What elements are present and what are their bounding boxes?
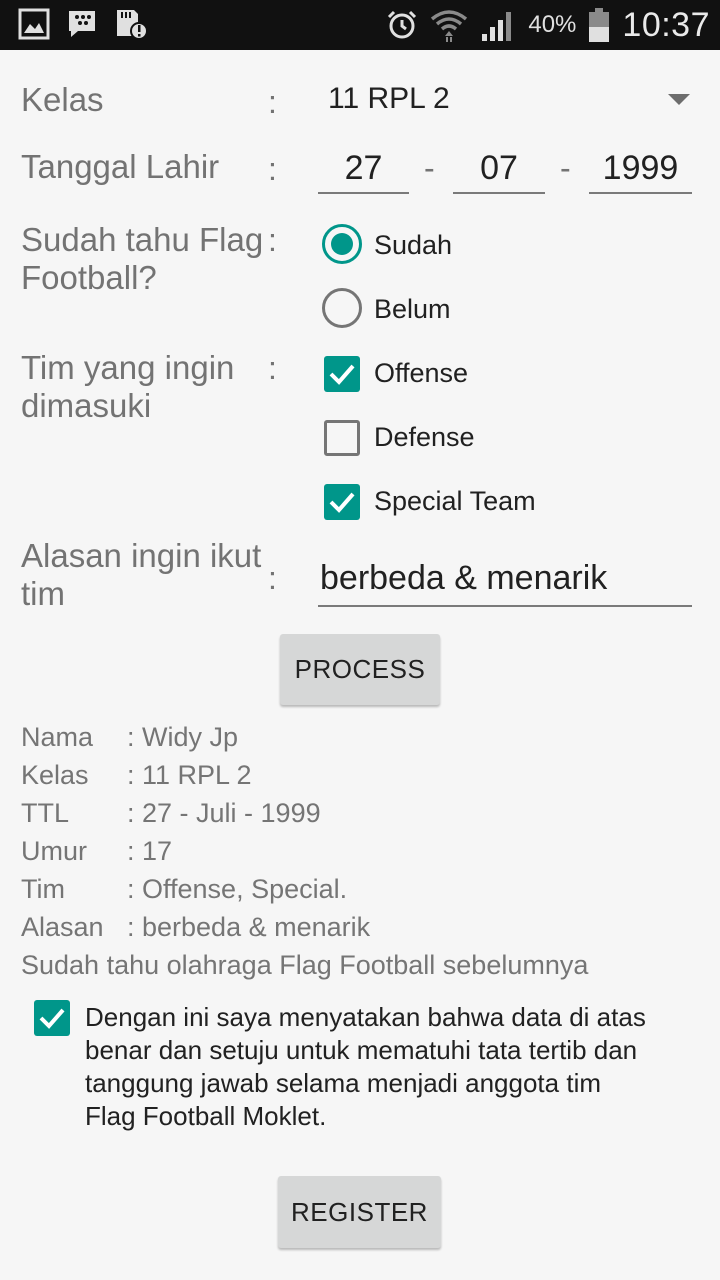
- result-key: Tim: [21, 874, 65, 904]
- process-button[interactable]: PROCESS: [280, 634, 440, 705]
- tanggal-lahir-colon: :: [268, 151, 277, 187]
- checkbox-checked-icon: [324, 356, 360, 392]
- date-separator: -: [424, 150, 435, 186]
- alasan-input[interactable]: berbeda & menarik: [318, 555, 692, 607]
- alarm-icon: [388, 10, 417, 39]
- result-value: : 17: [127, 836, 173, 866]
- signal-icon: [482, 12, 512, 41]
- kelas-spinner[interactable]: 11 RPL 2: [318, 78, 692, 124]
- tim-label-line2: dimasuki: [21, 387, 152, 424]
- kelas-spinner-value: 11 RPL 2: [328, 82, 450, 115]
- radio-sudah-label: Sudah: [374, 230, 453, 260]
- checkbox-unchecked-icon: [324, 420, 360, 456]
- register-button[interactable]: REGISTER: [278, 1176, 441, 1248]
- result-note: Sudah tahu olahraga Flag Football sebelu…: [21, 950, 701, 988]
- checkbox-checked-icon: [324, 484, 360, 520]
- alasan-label-line1: Alasan ingin ikut: [21, 537, 262, 574]
- tim-label-line1: Tim yang ingin: [21, 349, 235, 386]
- date-separator: -: [560, 150, 571, 186]
- year-field[interactable]: 1999: [589, 146, 692, 194]
- checkbox-special-team[interactable]: Special Team: [322, 482, 652, 522]
- battery-icon: [589, 8, 610, 42]
- result-row: Nama : Widy Jp: [21, 722, 701, 760]
- result-row: Kelas : 11 RPL 2: [21, 760, 701, 798]
- month-field[interactable]: 07: [453, 146, 545, 194]
- checkbox-offense-label: Offense: [374, 358, 469, 388]
- clock: 10:37: [622, 5, 710, 44]
- flag-football-colon: :: [268, 222, 277, 258]
- day-field[interactable]: 27: [318, 146, 409, 194]
- flag-football-label: Sudah tahu Flag Football?: [21, 221, 263, 297]
- checkbox-defense[interactable]: Defense: [322, 418, 652, 458]
- result-value: : Widy Jp: [127, 722, 239, 752]
- result-row: TTL : 27 - Juli - 1999: [21, 798, 701, 836]
- radio-unchecked-icon: [322, 288, 362, 328]
- kelas-colon: :: [268, 84, 277, 120]
- battery-percent: 40%: [528, 11, 577, 38]
- alasan-colon: :: [268, 560, 277, 596]
- kelas-label: Kelas: [21, 81, 104, 118]
- checkbox-special-team-label: Special Team: [374, 486, 536, 516]
- result-row: Tim : Offense, Special.: [21, 874, 701, 912]
- tim-colon: :: [268, 350, 277, 386]
- result-row: Alasan : berbeda & menarik: [21, 912, 701, 950]
- sd-card-alert-icon: [117, 10, 148, 40]
- bbm-icon: [69, 11, 95, 37]
- radio-belum[interactable]: Belum: [320, 286, 620, 332]
- result-key: Umur: [21, 836, 87, 866]
- flag-football-label-line1: Sudah tahu Flag: [21, 221, 264, 258]
- tim-label: Tim yang ingin dimasuki: [21, 349, 234, 425]
- checkbox-defense-label: Defense: [374, 422, 475, 452]
- agreement-line: tanggung jawab selama menjadi anggota ti…: [85, 1068, 602, 1098]
- gallery-icon: [18, 8, 50, 40]
- radio-checked-icon: [322, 224, 362, 264]
- alasan-label: Alasan ingin ikut tim: [21, 537, 261, 613]
- result-value: : 11 RPL 2: [127, 760, 252, 790]
- result-key: Nama: [21, 722, 94, 752]
- result-value: : 27 - Juli - 1999: [127, 798, 321, 828]
- result-value: : Offense, Special.: [127, 874, 348, 904]
- result-key: Alasan: [21, 912, 104, 942]
- radio-sudah[interactable]: Sudah: [320, 222, 620, 268]
- checkbox-checked-icon: [34, 1000, 70, 1036]
- dropdown-arrow-icon: [668, 94, 690, 105]
- result-row: Umur : 17: [21, 836, 701, 874]
- radio-belum-label: Belum: [374, 294, 451, 324]
- agreement-checkbox[interactable]: Dengan ini saya menyatakan bahwa data di…: [32, 998, 712, 1138]
- result-value: : berbeda & menarik: [127, 912, 371, 942]
- agreement-line: Flag Football Moklet.: [85, 1101, 327, 1131]
- agreement-line: benar dan setuju untuk mematuhi tata ter…: [85, 1035, 638, 1065]
- agreement-text: Dengan ini saya menyatakan bahwa data di…: [85, 1001, 695, 1133]
- wifi-icon: [431, 10, 468, 42]
- result-note-text: Sudah tahu olahraga Flag Football sebelu…: [21, 950, 589, 980]
- result-key: Kelas: [21, 760, 89, 790]
- status-bar: 40% 10:37: [0, 0, 720, 50]
- flag-football-label-line2: Football?: [21, 259, 157, 296]
- checkbox-offense[interactable]: Offense: [322, 354, 652, 394]
- alasan-label-line2: tim: [21, 575, 65, 612]
- result-key: TTL: [21, 798, 70, 828]
- tanggal-lahir-label: Tanggal Lahir: [21, 148, 220, 185]
- result-summary: Nama : Widy Jp Kelas : 11 RPL 2 TTL : 27…: [21, 722, 701, 988]
- agreement-line: Dengan ini saya menyatakan bahwa data di…: [85, 1002, 646, 1032]
